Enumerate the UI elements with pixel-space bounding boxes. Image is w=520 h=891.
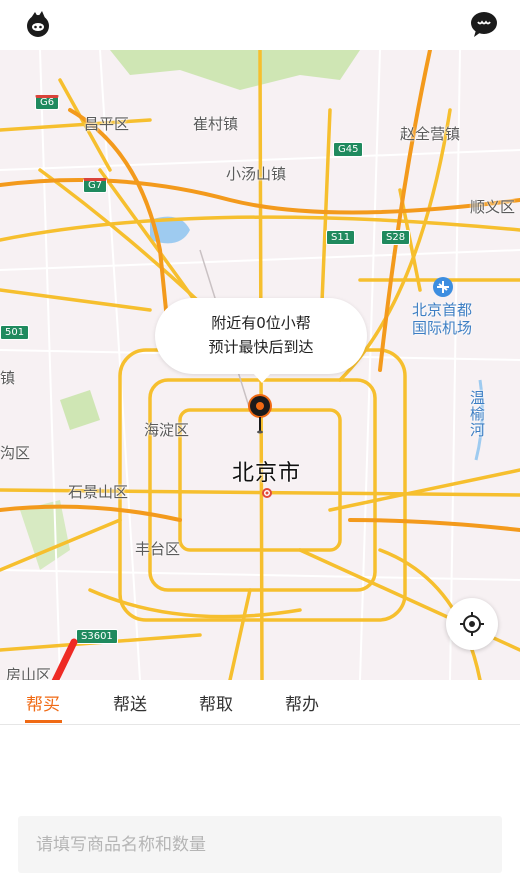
map-label-airport-line2: 国际机场 — [412, 319, 473, 337]
highway-shield-s28: S28 — [381, 230, 411, 245]
item-description-input[interactable] — [18, 816, 502, 873]
map-label-shijingshan: 石景山区 — [68, 483, 129, 501]
tab-pickup[interactable]: 帮取 — [199, 690, 233, 715]
tab-buy[interactable]: 帮买 — [26, 690, 60, 715]
highway-shield-s3601: S3601 — [76, 629, 118, 644]
crosshair-icon — [460, 612, 484, 636]
tab-deliver[interactable]: 帮送 — [113, 690, 147, 715]
map-label-xiaotangshan: 小汤山镇 — [226, 165, 287, 183]
map-view[interactable]: 昌平区 崔村镇 赵全营镇 小汤山镇 顺义区 北京首都 国际机场 温榆河 镇 海淀… — [0, 50, 520, 680]
map-label-shunyi: 顺义区 — [470, 198, 516, 216]
locate-me-button[interactable] — [446, 598, 498, 650]
chat-bubble-icon[interactable] — [468, 8, 500, 40]
highway-shield-g7: G7 — [83, 178, 108, 193]
location-pin-icon[interactable] — [246, 393, 274, 437]
map-label-changping: 昌平区 — [84, 115, 130, 133]
active-tab-indicator — [25, 720, 62, 723]
map-label-zhaoquanying: 赵全营镇 — [400, 125, 461, 143]
nearby-helpers-tooltip: 附近有0位小帮 预计最快后到达 — [155, 298, 367, 383]
tooltip-line-2: 预计最快后到达 — [208, 338, 314, 356]
map-label-cuicun: 崔村镇 — [193, 115, 239, 133]
red-arrow-annotation-icon — [51, 638, 78, 680]
service-tabs: 帮买 帮送 帮取 帮办 — [0, 680, 520, 725]
map-label-mentougou: 沟区 — [0, 444, 31, 462]
highway-shield-s11: S11 — [326, 230, 356, 245]
app-screen: 昌平区 崔村镇 赵全营镇 小汤山镇 顺义区 北京首都 国际机场 温榆河 镇 海淀… — [0, 0, 520, 891]
tab-errand[interactable]: 帮办 — [285, 690, 319, 715]
map-label-fengtai: 丰台区 — [135, 540, 181, 558]
highway-shield-g45: G45 — [333, 142, 364, 157]
highway-shield-g6: G6 — [35, 95, 60, 110]
top-bar — [0, 0, 520, 50]
map-label-zhen: 镇 — [0, 369, 16, 387]
mascot-avatar-icon[interactable] — [22, 8, 54, 40]
order-form — [0, 725, 520, 891]
highway-shield-501: 501 — [0, 325, 30, 340]
map-label-wenyu: 温榆河 — [470, 389, 486, 439]
tooltip-line-1: 附近有0位小帮 — [211, 314, 311, 332]
map-label-haidian: 海淀区 — [144, 421, 190, 439]
map-label-city: 北京市 — [232, 461, 302, 486]
